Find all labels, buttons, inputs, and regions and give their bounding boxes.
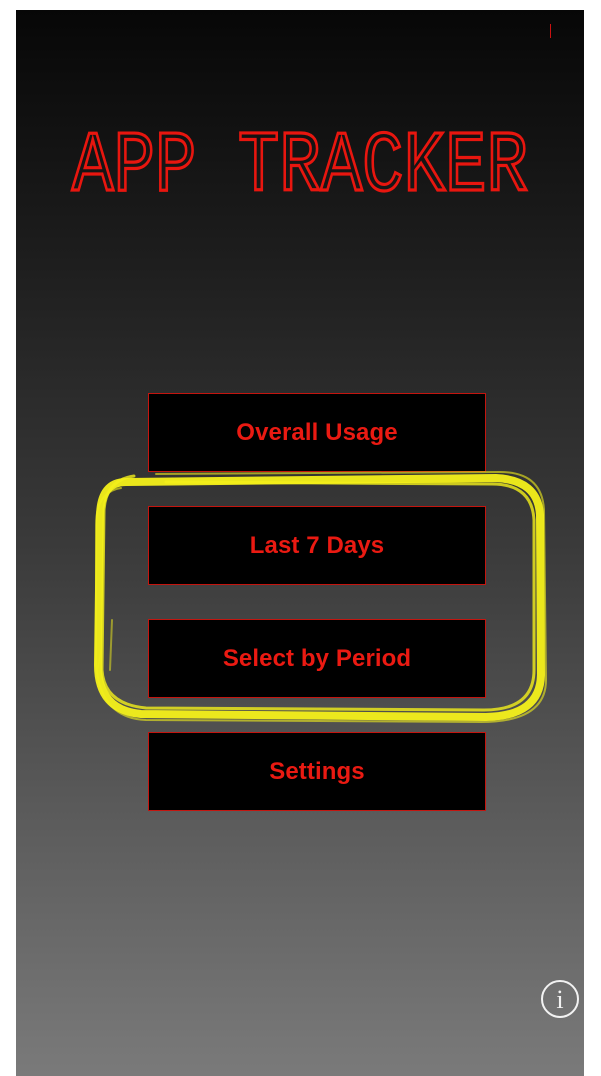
info-button[interactable]: i [541, 980, 579, 1018]
app-title: APP TRACKER [16, 112, 584, 202]
last-7-days-button[interactable]: Last 7 Days [148, 506, 486, 585]
overall-usage-button[interactable]: Overall Usage [148, 393, 486, 472]
status-indicator [550, 24, 551, 38]
app-screen: APP TRACKER Overall Usage Last 7 Days Se… [16, 10, 584, 1076]
settings-button[interactable]: Settings [148, 732, 486, 811]
settings-label: Settings [269, 757, 365, 785]
app-title-svg: APP TRACKER [70, 116, 529, 202]
select-by-period-label: Select by Period [222, 644, 412, 672]
info-icon: i [556, 984, 564, 1014]
overall-usage-label: Overall Usage [236, 418, 398, 446]
last-7-days-label: Last 7 Days [249, 531, 385, 559]
select-by-period-button[interactable]: Select by Period [148, 619, 486, 698]
app-title-text: APP TRACKER [72, 118, 528, 202]
